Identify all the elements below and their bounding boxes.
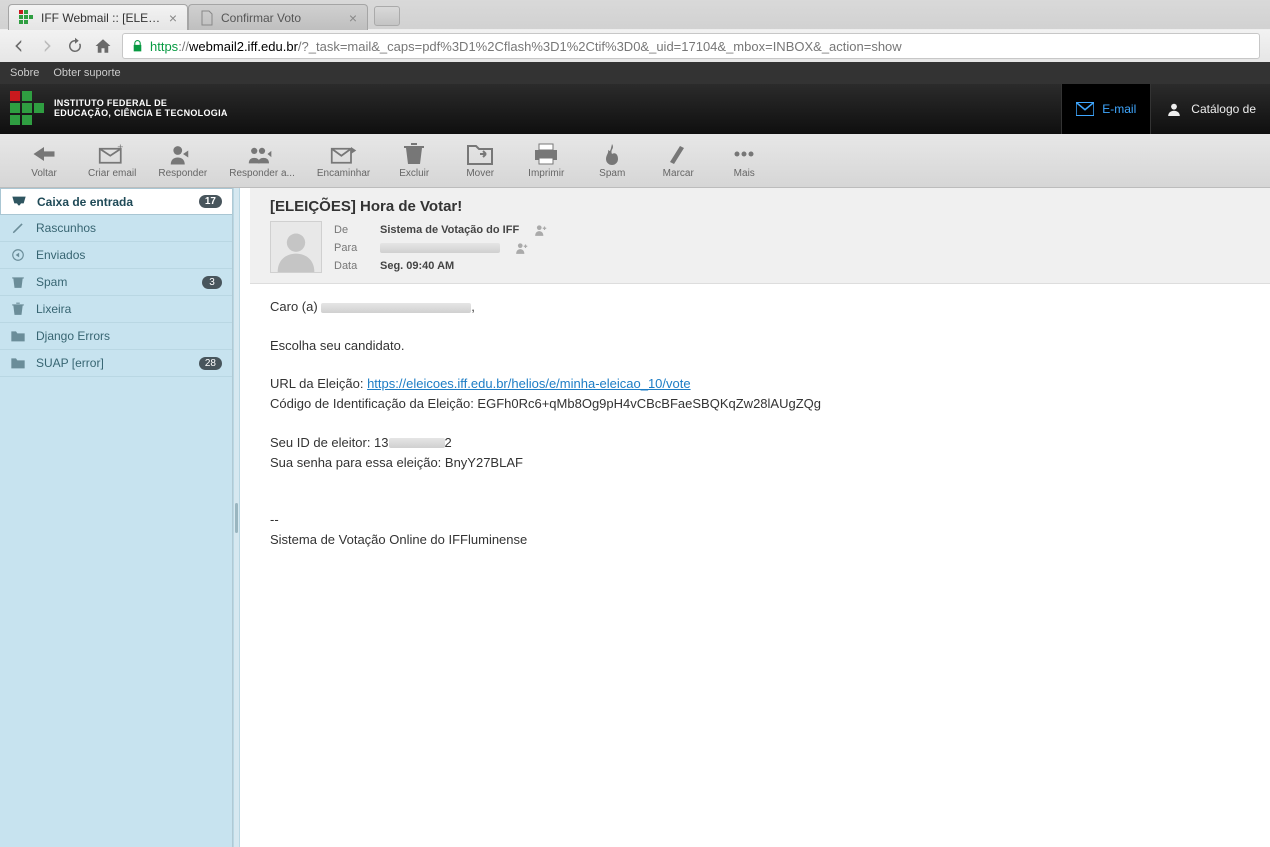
message-subject: [ELEIÇÕES] Hora de Votar! <box>270 198 1250 215</box>
url-text: https://webmail2.iff.edu.br/?_task=mail&… <box>150 39 902 54</box>
app-top-links: Sobre Obter suporte <box>0 62 1270 84</box>
reload-icon[interactable] <box>66 37 84 55</box>
compose-button[interactable]: +Criar email <box>88 142 136 179</box>
folder-icon <box>10 356 26 370</box>
main-area: Caixa de entrada 17 Rascunhos Enviados S… <box>0 188 1270 847</box>
to-value-redacted <box>380 243 500 253</box>
add-contact-icon[interactable] <box>514 241 530 255</box>
date-label: Data <box>334 260 366 272</box>
message-header: [ELEIÇÕES] Hora de Votar! De Sistema de … <box>250 188 1270 284</box>
badge: 3 <box>202 276 222 289</box>
person-icon <box>1165 102 1183 116</box>
forward-button[interactable]: Encaminhar <box>317 142 370 179</box>
sender-avatar <box>270 221 322 273</box>
compose-icon: + <box>98 142 126 166</box>
name-redacted <box>321 303 471 313</box>
reply-all-button[interactable]: Responder a... <box>229 142 295 179</box>
folder-move-icon <box>466 142 494 166</box>
tab-title: IFF Webmail :: [ELE… <box>41 11 160 25</box>
add-contact-icon[interactable] <box>533 223 549 237</box>
folder-inbox[interactable]: Caixa de entrada 17 <box>0 188 232 215</box>
url-bar[interactable]: https://webmail2.iff.edu.br/?_task=mail&… <box>122 33 1260 59</box>
spam-icon <box>10 275 26 289</box>
browser-tab[interactable]: Confirmar Voto × <box>188 4 368 30</box>
to-label: Para <box>334 242 366 254</box>
reply-icon <box>169 142 197 166</box>
delete-button[interactable]: Excluir <box>392 142 436 179</box>
folder-sidebar: Caixa de entrada 17 Rascunhos Enviados S… <box>0 188 233 847</box>
election-url-link[interactable]: https://eleicoes.iff.edu.br/helios/e/min… <box>367 376 691 391</box>
favicon-iff-icon <box>19 10 35 26</box>
more-button[interactable]: Mais <box>722 142 766 179</box>
date-value: Seg. 09:40 AM <box>380 260 454 272</box>
spam-button[interactable]: Spam <box>590 142 634 179</box>
folder-suap-error[interactable]: SUAP [error] 28 <box>0 350 232 377</box>
support-link[interactable]: Obter suporte <box>53 67 120 79</box>
print-button[interactable]: Imprimir <box>524 142 568 179</box>
forward-icon <box>38 37 56 55</box>
browser-tab-active[interactable]: IFF Webmail :: [ELE… × <box>8 4 188 30</box>
trash-icon <box>10 302 26 316</box>
folder-spam[interactable]: Spam 3 <box>0 269 232 296</box>
nav-email[interactable]: E-mail <box>1061 84 1150 134</box>
pencil-icon <box>10 221 26 235</box>
logo-text: INSTITUTO FEDERAL DEEDUCAÇÃO, CIÊNCIA E … <box>54 99 228 119</box>
back-icon[interactable] <box>10 37 28 55</box>
forward-icon <box>330 142 358 166</box>
back-button[interactable]: Voltar <box>22 142 66 179</box>
folder-django-errors[interactable]: Django Errors <box>0 323 232 350</box>
move-button[interactable]: Mover <box>458 142 502 179</box>
app-header: INSTITUTO FEDERAL DEEDUCAÇÃO, CIÊNCIA E … <box>0 84 1270 134</box>
message-body: Caro (a) , Escolha seu candidato. URL da… <box>250 284 1270 565</box>
inbox-icon <box>11 195 27 209</box>
tab-close-icon[interactable]: × <box>169 10 177 26</box>
person-silhouette-icon <box>274 228 318 272</box>
folder-trash[interactable]: Lixeira <box>0 296 232 323</box>
more-icon <box>730 142 758 166</box>
from-label: De <box>334 224 366 236</box>
mark-button[interactable]: Marcar <box>656 142 700 179</box>
print-icon <box>532 142 560 166</box>
mail-toolbar: Voltar +Criar email Responder Responder … <box>0 134 1270 188</box>
browser-tabs: IFF Webmail :: [ELE… × Confirmar Voto × <box>0 0 1270 29</box>
home-icon[interactable] <box>94 37 112 55</box>
badge: 17 <box>199 195 222 208</box>
from-value: Sistema de Votação do IFF <box>380 224 519 236</box>
arrow-left-icon <box>30 142 58 166</box>
folder-sent[interactable]: Enviados <box>0 242 232 269</box>
tab-close-icon[interactable]: × <box>349 10 357 26</box>
folder-drafts[interactable]: Rascunhos <box>0 215 232 242</box>
trash-icon <box>400 142 428 166</box>
message-pane: [ELEIÇÕES] Hora de Votar! De Sistema de … <box>250 188 1270 847</box>
nav-catalog[interactable]: Catálogo de <box>1150 84 1270 134</box>
fire-icon <box>598 142 626 166</box>
tab-title: Confirmar Voto <box>221 11 301 25</box>
splitter-handle[interactable] <box>233 188 240 847</box>
logo-icon <box>10 91 46 127</box>
reply-all-icon <box>248 142 276 166</box>
reply-button[interactable]: Responder <box>158 142 207 179</box>
browser-chrome: IFF Webmail :: [ELE… × Confirmar Voto × … <box>0 0 1270 62</box>
svg-text:+: + <box>117 142 123 154</box>
about-link[interactable]: Sobre <box>10 67 39 79</box>
address-bar-row: https://webmail2.iff.edu.br/?_task=mail&… <box>0 29 1270 62</box>
folder-icon <box>10 329 26 343</box>
sent-icon <box>10 248 26 262</box>
badge: 28 <box>199 357 222 370</box>
new-tab-button[interactable] <box>374 6 400 26</box>
header-right-nav: E-mail Catálogo de <box>1061 84 1270 134</box>
mail-icon <box>1076 102 1094 116</box>
voter-id-redacted <box>389 438 445 448</box>
app-logo[interactable]: INSTITUTO FEDERAL DEEDUCAÇÃO, CIÊNCIA E … <box>0 91 228 127</box>
lock-icon <box>131 39 144 53</box>
favicon-page-icon <box>199 10 215 26</box>
marker-icon <box>664 142 692 166</box>
